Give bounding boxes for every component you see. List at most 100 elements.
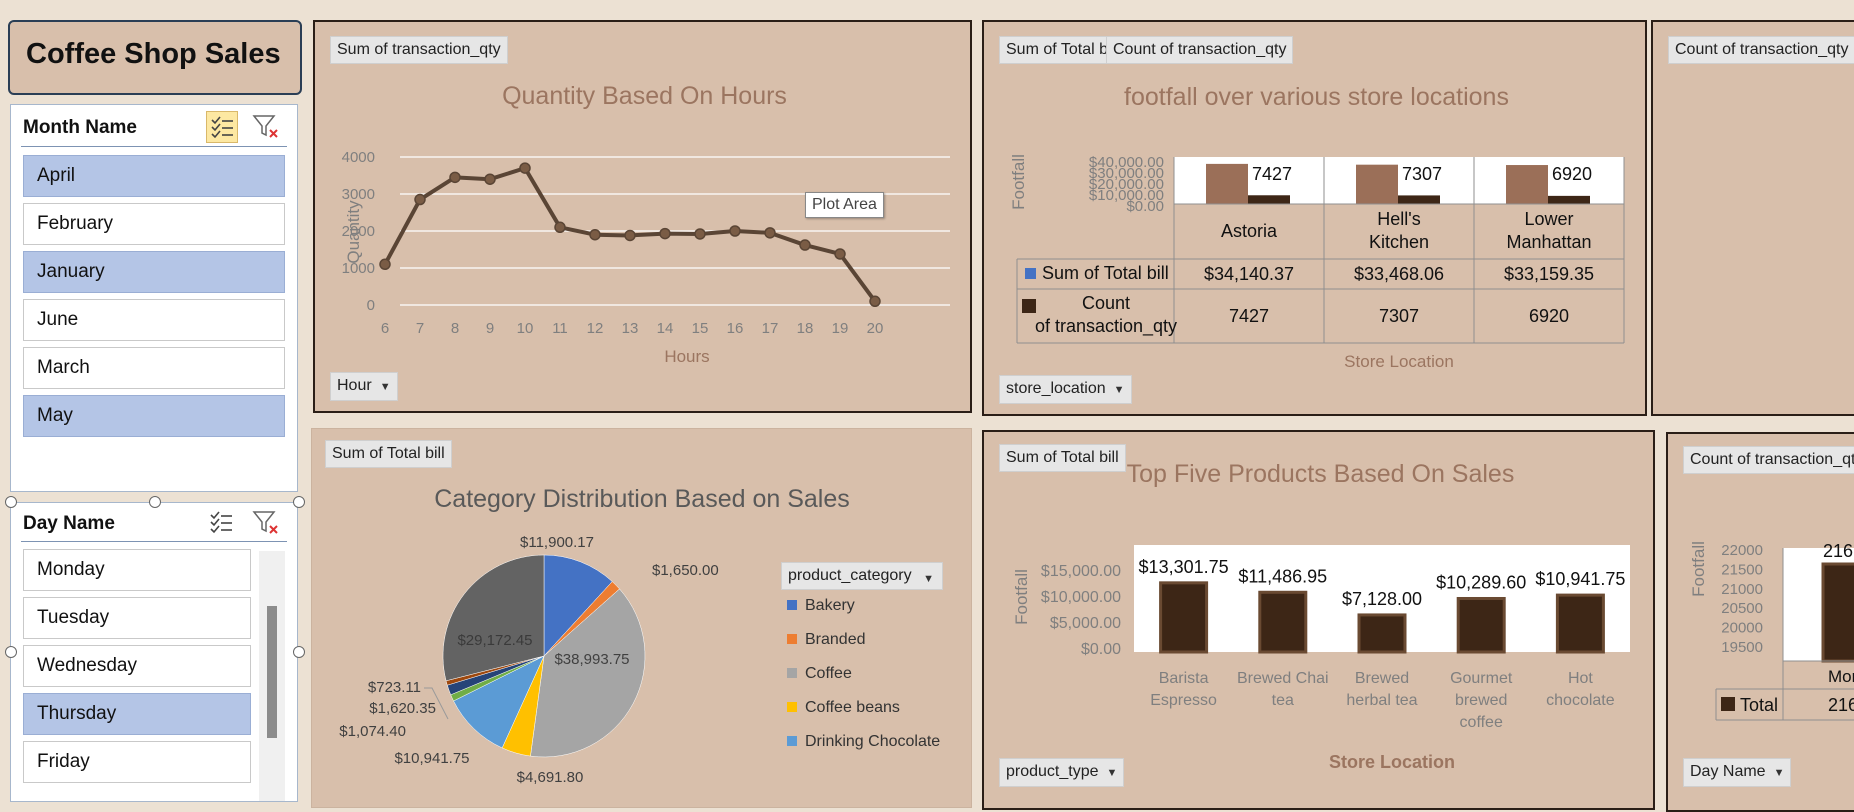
slice-label: $38,993.75 <box>554 651 629 668</box>
table-row-label: of transaction_qty <box>1035 316 1177 337</box>
data-point <box>729 225 741 237</box>
x-tick-label: 7 <box>416 320 424 337</box>
axis-field-button[interactable]: store_location ▼ <box>999 375 1132 404</box>
x-category-label: Astoria <box>1221 221 1278 241</box>
x-tick-label: 19 <box>832 320 849 337</box>
axis-field-button[interactable]: product_type ▼ <box>999 758 1125 787</box>
slicer-item-wednesday[interactable]: Wednesday <box>23 645 251 687</box>
slice-label: $1,074.40 <box>339 723 406 740</box>
data-label: $7,128.00 <box>1342 589 1422 609</box>
scrollbar-thumb[interactable] <box>267 606 277 738</box>
x-axis-title: Store Location <box>1344 352 1454 371</box>
data-point <box>764 227 776 239</box>
month-slicer[interactable]: Month Name April February January June March… <box>10 104 298 492</box>
legend-field-label: product_category <box>788 567 912 584</box>
bar <box>1357 613 1407 654</box>
slicer-scrollbar[interactable] <box>259 551 285 801</box>
data-point <box>694 228 706 240</box>
x-tick-label: 13 <box>622 320 639 337</box>
slicer-divider <box>21 541 287 542</box>
multi-select-icon[interactable] <box>206 507 238 539</box>
legend-swatch <box>787 634 797 644</box>
chart-title: Category Distribution Based on Sales <box>434 485 850 513</box>
data-point <box>554 221 566 234</box>
partial-chart-panel[interactable]: Count of transaction_qt 22000 21500 21000 2… <box>1666 432 1854 812</box>
slicer-item-march[interactable]: March <box>23 347 285 389</box>
axis-field-button[interactable]: Day Name ▼ <box>1683 758 1792 787</box>
slice-label: $29,172.45 <box>457 632 532 649</box>
resize-handle[interactable] <box>5 646 17 658</box>
bar <box>1398 195 1440 204</box>
legend-item: Coffee <box>787 665 852 683</box>
pie-chart: $11,900.17 $1,650.00 $38,993.75 $4,691.80 $1… <box>339 534 719 786</box>
partial-chart-panel[interactable]: Count of transaction_qty <box>1651 20 1854 416</box>
data-point <box>414 193 426 206</box>
y-tick-label: $10,000.00 <box>1041 589 1121 606</box>
table-row-label: Count <box>1082 293 1130 313</box>
bar <box>1821 562 1854 663</box>
y-tick-label: 20500 <box>1721 600 1763 617</box>
x-tick-label: 18 <box>797 320 814 337</box>
plot-area-tooltip: Plot Area <box>805 192 884 218</box>
table-cell: 216 <box>1828 695 1854 715</box>
category-chart-panel[interactable]: Sum of Total bill Category Distribution … <box>311 428 972 808</box>
x-category-label: Brewed <box>1355 670 1409 687</box>
bar <box>1258 590 1308 654</box>
value-field-button[interactable]: Sum of Total bill <box>325 440 452 468</box>
table-row-label: Total <box>1740 695 1778 715</box>
slicer-item-january[interactable]: January <box>23 251 285 293</box>
legend-swatch <box>787 736 797 746</box>
data-point <box>484 173 496 185</box>
y-tick-label: 20000 <box>1721 620 1763 637</box>
slicer-divider <box>21 146 287 147</box>
table-cell: 6920 <box>1529 306 1569 326</box>
slicer-item-tuesday[interactable]: Tuesday <box>23 597 251 639</box>
slicer-item-may[interactable]: May <box>23 395 285 437</box>
resize-handle[interactable] <box>149 496 161 508</box>
resize-handle[interactable] <box>293 646 305 658</box>
slicer-item-friday[interactable]: Friday <box>23 741 251 783</box>
store-chart-panel[interactable]: Sum of Total bill Count of transaction_q… <box>982 20 1647 416</box>
axis-field-button[interactable]: Hour ▼ <box>330 372 398 401</box>
chart-title: Quantity Based On Hours <box>502 82 787 110</box>
value-field-button[interactable]: Count of transaction_qty <box>1106 36 1294 64</box>
y-tick-label: $5,000.00 <box>1050 615 1121 632</box>
chart-title: Top Five Products Based On Sales <box>1126 460 1515 488</box>
table-cell: $33,159.35 <box>1504 264 1594 284</box>
slicer-item-thursday[interactable]: Thursday <box>23 693 251 735</box>
y-tick-label: 21000 <box>1721 581 1763 598</box>
data-label: $10,941.75 <box>1535 569 1625 589</box>
bar <box>1159 581 1209 654</box>
hours-chart-panel[interactable]: Sum of transaction_qty Quantity Based On… <box>313 20 972 413</box>
value-field-button[interactable]: Count of transaction_qty <box>1668 36 1854 64</box>
x-tick-label: 11 <box>552 320 568 337</box>
slice-label: $1,650.00 <box>652 562 719 579</box>
y-axis-title: Quantity <box>344 200 363 264</box>
y-tick-label: $0.00 <box>1081 641 1121 658</box>
y-tick-label: $0.00 <box>1126 198 1164 215</box>
slicer-item-february[interactable]: February <box>23 203 285 245</box>
x-category-label: coffee <box>1460 714 1503 731</box>
table-cell: 7427 <box>1229 306 1269 326</box>
clear-filter-icon[interactable] <box>251 507 283 539</box>
day-slicer[interactable]: Day Name Monday Tuesday Wednesday Thursday F… <box>10 502 298 802</box>
bar <box>1456 596 1506 654</box>
products-chart-panel[interactable]: Sum of Total bill Top Five Products Base… <box>982 430 1655 810</box>
slicer-item-june[interactable]: June <box>23 299 285 341</box>
bar-chart: $40,000.00$30,000.00$20,000.00$10,000.00… <box>1009 154 1625 371</box>
x-tick-label: 14 <box>657 320 674 337</box>
resize-handle[interactable] <box>5 496 17 508</box>
clear-filter-icon[interactable] <box>251 111 283 143</box>
value-field-button[interactable]: Sum of transaction_qty <box>330 36 508 64</box>
data-label: $10,289.60 <box>1436 572 1526 592</box>
value-field-button[interactable]: Count of transaction_qt <box>1683 446 1854 474</box>
x-category-label: Barista <box>1159 670 1209 687</box>
slicer-item-monday[interactable]: Monday <box>23 549 251 591</box>
data-point <box>869 295 881 308</box>
legend-field-button[interactable]: product_category ▼ <box>781 562 943 590</box>
legend-item: Branded <box>787 631 866 649</box>
multi-select-icon[interactable] <box>206 111 238 143</box>
slicer-item-april[interactable]: April <box>23 155 285 197</box>
resize-handle[interactable] <box>293 496 305 508</box>
y-axis-title: Footfall <box>1689 541 1708 597</box>
